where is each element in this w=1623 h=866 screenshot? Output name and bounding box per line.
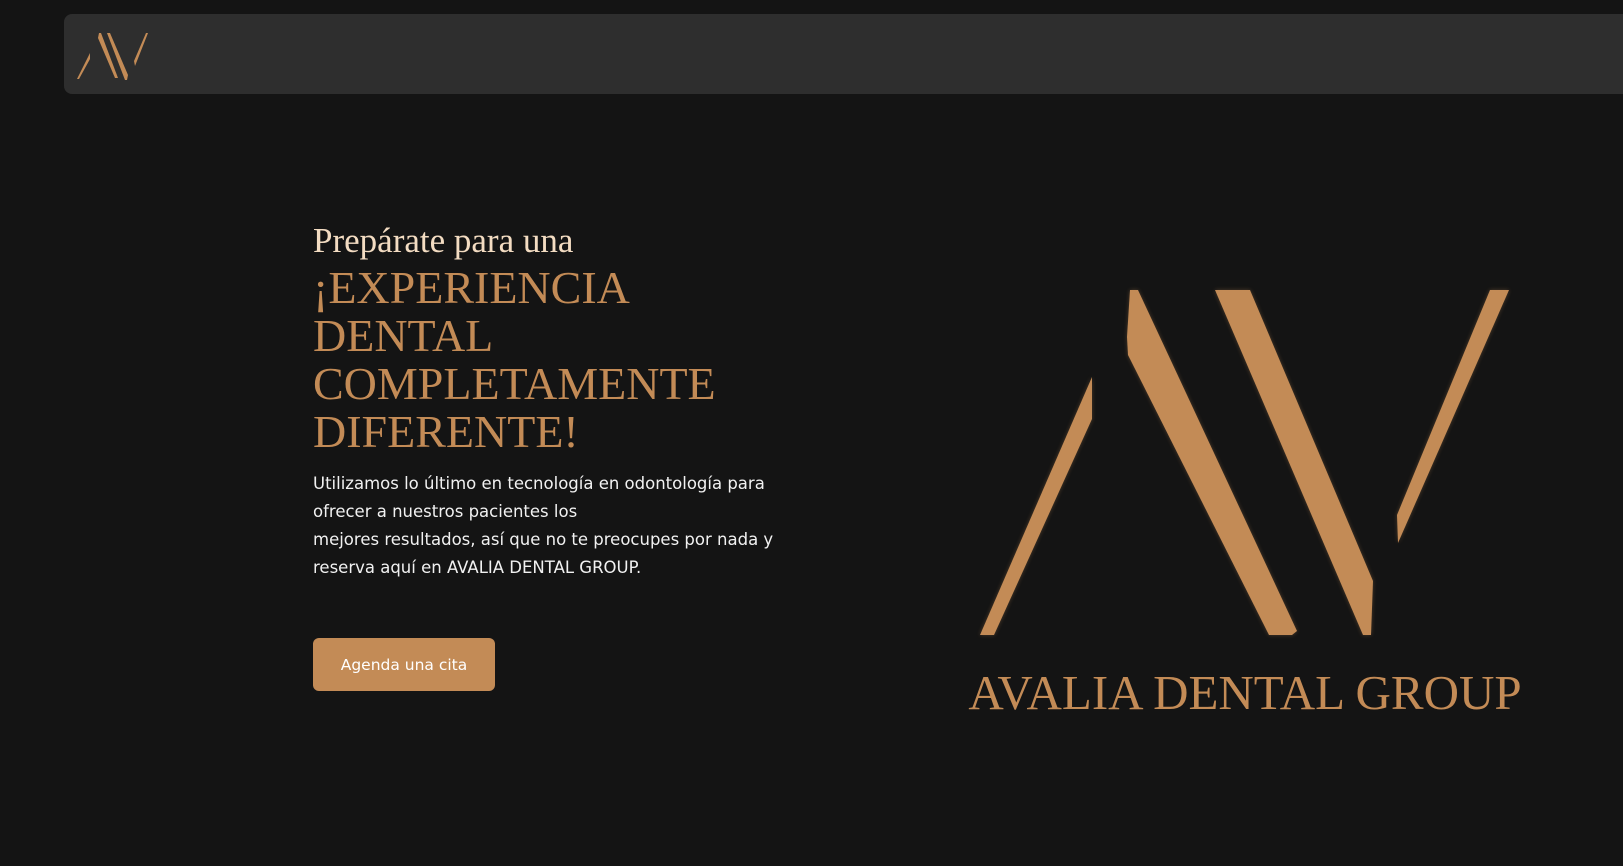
headline-line: DENTAL [313,310,494,361]
headline-line: ¡EXPERIENCIA [313,262,630,313]
page: Prepárate para una ¡EXPERIENCIA DENTAL C… [0,0,1623,866]
avalia-monogram-icon [980,290,1509,635]
hero-description: Utilizamos lo último en tecnología en od… [313,470,793,582]
headline-line: COMPLETAMENTE [313,358,716,409]
book-appointment-button[interactable]: Agenda una cita [313,638,495,691]
headline-line: DIFERENTE! [313,406,579,457]
description-line: mejores resultados, así que no te preocu… [313,530,774,549]
description-line: reserva aquí en AVALIA DENTAL GROUP. [313,558,642,577]
navbar [64,14,1623,94]
brand-name: AVALIA DENTAL GROUP [968,665,1522,720]
hero-headline: ¡EXPERIENCIA DENTAL COMPLETAMENTE DIFERE… [313,264,813,456]
description-line: Utilizamos lo último en tecnología en od… [313,474,765,493]
description-line: ofrecer a nuestros pacientes los [313,502,578,521]
hero-text: Prepárate para una ¡EXPERIENCIA DENTAL C… [313,220,813,582]
hero-pretitle: Prepárate para una [313,221,574,260]
avalia-monogram-icon [77,33,148,80]
